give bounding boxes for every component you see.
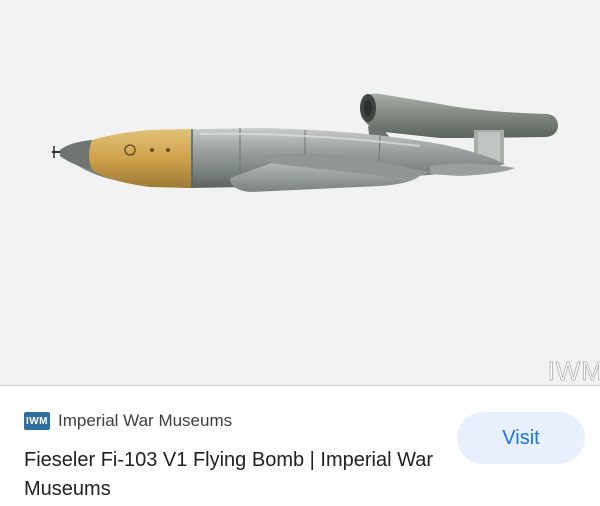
v1-flying-bomb-image bbox=[52, 93, 558, 192]
source-row[interactable]: IWM Imperial War Museums bbox=[24, 410, 232, 432]
source-name: Imperial War Museums bbox=[58, 411, 233, 430]
watermark: IWM bbox=[547, 356, 600, 386]
visit-button[interactable]: Visit bbox=[457, 412, 585, 464]
result-image[interactable]: IWM bbox=[0, 0, 600, 386]
iwm-logo-icon: IWM bbox=[24, 412, 50, 430]
divider bbox=[0, 385, 600, 386]
result-title[interactable]: Fieseler Fi-103 V1 Flying Bomb | Imperia… bbox=[24, 446, 434, 504]
